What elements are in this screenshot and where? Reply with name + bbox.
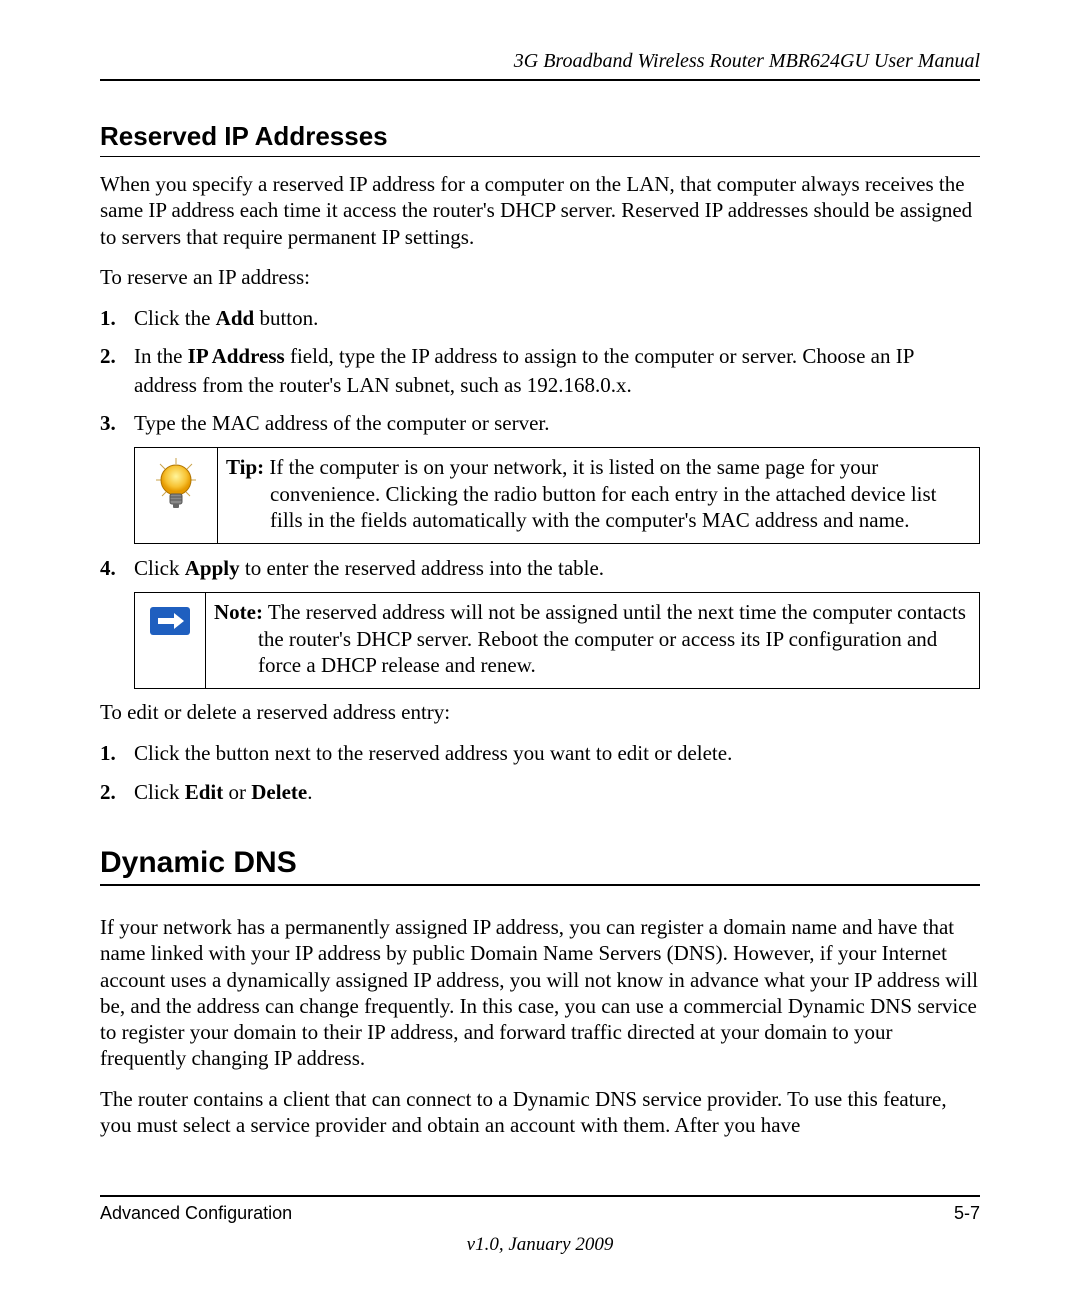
step-text: Type the MAC address of the computer or … [134, 411, 550, 435]
step-number: 1. [100, 304, 116, 332]
page-footer: Advanced Configuration 5-7 v1.0, January… [100, 1195, 980, 1256]
note-box: Note: The reserved address will not be a… [134, 592, 980, 689]
ip-address-label: IP Address [188, 344, 285, 368]
step-text: Click [134, 780, 185, 804]
step-text: Click the button next to the reserved ad… [134, 741, 732, 765]
step-text: Click the [134, 306, 216, 330]
step-text: In the [134, 344, 188, 368]
step-number: 2. [100, 342, 116, 370]
heading-rule [100, 156, 980, 157]
section-heading-dynamic-dns: Dynamic DNS [100, 846, 980, 880]
step-number: 3. [100, 409, 116, 437]
step-text: button. [254, 306, 318, 330]
reserve-steps-list-cont: 4. Click Apply to enter the reserved add… [100, 554, 980, 582]
edit-label: Edit [185, 780, 224, 804]
intro-paragraph-2: To reserve an IP address: [100, 264, 980, 290]
footer-rule [100, 1195, 980, 1197]
add-label: Add [216, 306, 255, 330]
footer-version: v1.0, January 2009 [100, 1234, 980, 1256]
step-text: to enter the reserved address into the t… [240, 556, 604, 580]
step-4: 4. Click Apply to enter the reserved add… [100, 554, 980, 582]
heading-rule-2 [100, 884, 980, 886]
tip-box: Tip: If the computer is on your network,… [134, 447, 980, 544]
apply-label: Apply [185, 556, 240, 580]
delete-label: Delete [251, 780, 307, 804]
intro-paragraph-1: When you specify a reserved IP address f… [100, 171, 980, 250]
ddns-paragraph-1: If your network has a permanently assign… [100, 914, 980, 1072]
step-number: 2. [100, 778, 116, 806]
step-text: or [223, 780, 251, 804]
lightbulb-icon [135, 448, 218, 543]
edit-delete-intro: To edit or delete a reserved address ent… [100, 699, 980, 725]
note-lead: Note: [214, 600, 263, 624]
step-3: 3. Type the MAC address of the computer … [100, 409, 980, 437]
footer-right: 5-7 [954, 1203, 980, 1224]
step-2: 2. In the IP Address field, type the IP … [100, 342, 980, 399]
note-body: The reserved address will not be assigne… [258, 600, 966, 677]
ddns-paragraph-2: The router contains a client that can co… [100, 1086, 980, 1139]
step-number: 1. [100, 739, 116, 767]
tip-text: Tip: If the computer is on your network,… [218, 448, 979, 543]
ed-step-1: 1. Click the button next to the reserved… [100, 739, 980, 767]
step-text: . [307, 780, 312, 804]
edit-delete-steps: 1. Click the button next to the reserved… [100, 739, 980, 806]
section-heading-reserved-ip: Reserved IP Addresses [100, 121, 980, 152]
note-text: Note: The reserved address will not be a… [206, 593, 979, 688]
tip-lead: Tip: [226, 455, 264, 479]
arrow-icon [135, 593, 206, 688]
reserve-steps-list: 1. Click the Add button. 2. In the IP Ad… [100, 304, 980, 437]
footer-left: Advanced Configuration [100, 1203, 292, 1224]
step-text: Click [134, 556, 185, 580]
step-1: 1. Click the Add button. [100, 304, 980, 332]
header-rule [100, 79, 980, 81]
ed-step-2: 2. Click Edit or Delete. [100, 778, 980, 806]
tip-body: If the computer is on your network, it i… [264, 455, 936, 532]
step-number: 4. [100, 554, 116, 582]
running-header: 3G Broadband Wireless Router MBR624GU Us… [100, 50, 980, 73]
